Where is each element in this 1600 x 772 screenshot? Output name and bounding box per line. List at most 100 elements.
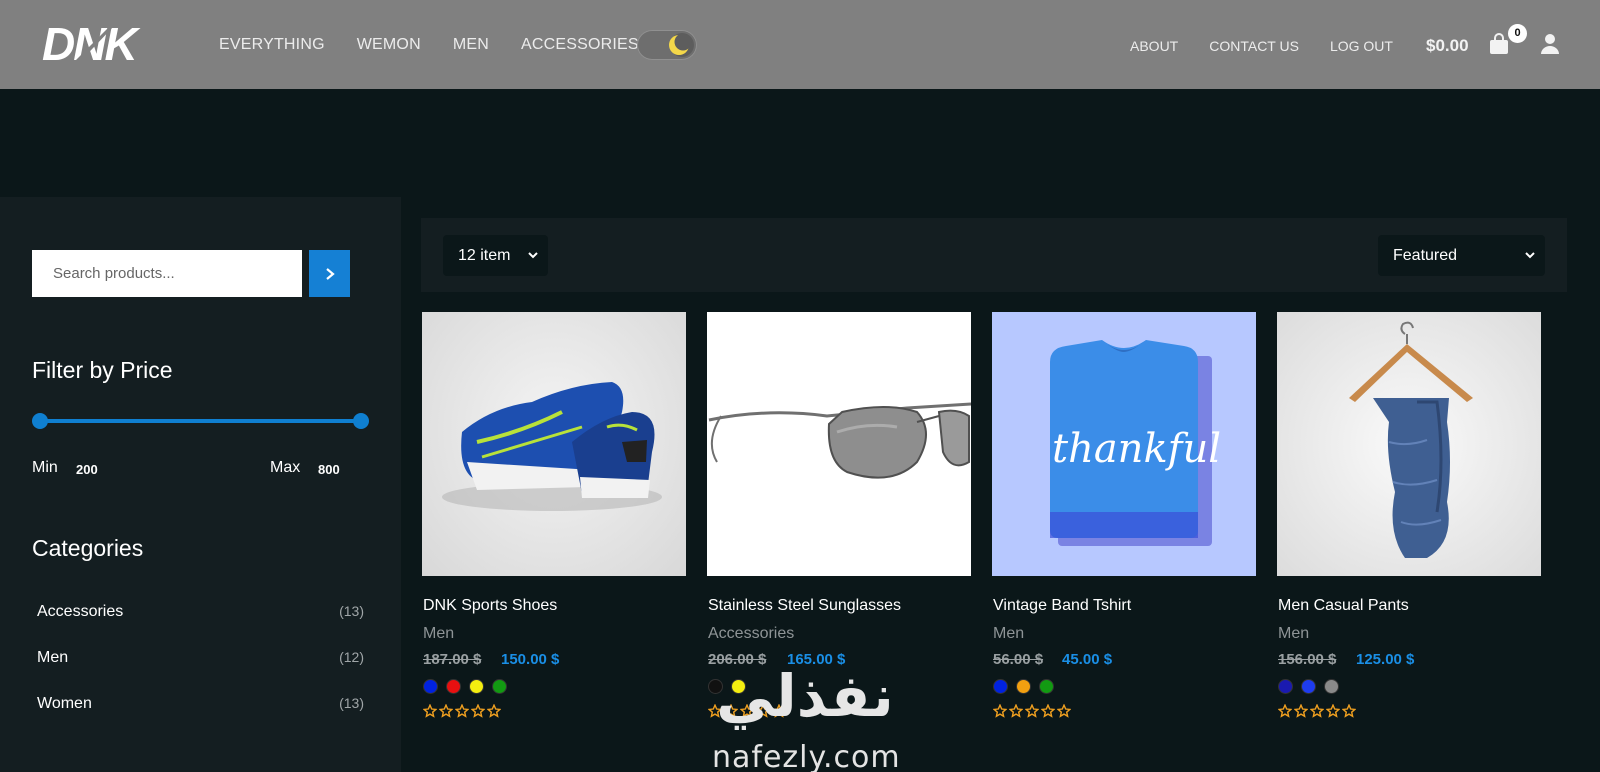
star-icon — [1342, 704, 1356, 718]
brand-logo[interactable]: DNK — [40, 16, 164, 70]
star-icon — [993, 704, 1007, 718]
nav-men[interactable]: MEN — [453, 36, 489, 54]
chevron-right-icon — [325, 267, 335, 280]
category-name: Men — [37, 649, 69, 666]
star-icon — [1326, 704, 1340, 718]
price-slider-track[interactable] — [38, 419, 362, 423]
tshirt-print-text: thankful — [1052, 426, 1221, 472]
secondary-nav: ABOUT CONTACT US LOG OUT — [1130, 38, 1393, 54]
nav-accessories[interactable]: ACCESSORIES — [521, 36, 639, 54]
product-price: 125.00 $ — [1356, 651, 1415, 668]
shopping-bag-icon[interactable] — [1489, 33, 1509, 55]
nav-contact-us[interactable]: CONTACT US — [1209, 38, 1299, 54]
pants-illustration — [1349, 321, 1473, 558]
chevron-down-icon — [528, 252, 538, 259]
product-category: Accessories — [708, 625, 795, 642]
product-name[interactable]: Stainless Steel Sunglasses — [708, 597, 901, 615]
category-item-men[interactable]: Men (12) — [37, 649, 364, 673]
color-swatches — [423, 679, 507, 694]
product-name[interactable]: Men Casual Pants — [1278, 597, 1409, 615]
star-icon — [1310, 704, 1324, 718]
search-input[interactable] — [32, 250, 302, 297]
color-swatch[interactable] — [469, 679, 484, 694]
watermark-url: nafezly.com — [712, 740, 901, 772]
items-per-page-value: 12 item — [458, 246, 511, 264]
product-price: 45.00 $ — [1062, 651, 1113, 668]
max-label: Max — [270, 459, 301, 476]
product-card[interactable]: thankful Vintage Band Tshirt Men 56.00 $… — [992, 312, 1256, 718]
star-icon — [423, 704, 437, 718]
sort-value: Featured — [1393, 246, 1458, 264]
product-category: Men — [423, 625, 455, 642]
product-card[interactable]: DNK Sports Shoes Men 187.00 $ 150.00 $ — [422, 312, 686, 718]
price-slider-max-handle[interactable] — [353, 413, 369, 429]
star-icon — [455, 704, 469, 718]
star-icon — [1009, 704, 1023, 718]
product-category: Men — [1278, 625, 1310, 642]
product-image-sunglasses[interactable] — [707, 312, 971, 576]
product-toolbar: 12 item Featured — [421, 218, 1567, 292]
watermark-logo: نفذلي — [716, 662, 893, 730]
watermark-arabic: نفذلي — [716, 662, 893, 730]
nav-women[interactable]: WEMON — [357, 36, 421, 54]
color-swatch[interactable] — [1324, 679, 1339, 694]
star-icon — [1294, 704, 1308, 718]
max-value: 800 — [318, 462, 340, 477]
cart-total[interactable]: $0.00 — [1426, 36, 1469, 56]
sidebar: Filter by Price Min 200 Max 800 Categori… — [0, 197, 401, 772]
product-image-shoes[interactable] — [422, 312, 686, 576]
color-swatches — [1278, 679, 1339, 694]
product-card[interactable]: Men Casual Pants Men 156.00 $ 125.00 $ — [1277, 312, 1541, 718]
top-navbar: DNK EVERYTHING WEMON MEN ACCESSORIES ABO… — [0, 0, 1600, 89]
product-category: Men — [993, 625, 1025, 642]
category-name: Women — [37, 695, 92, 712]
product-old-price: 187.00 $ — [423, 651, 482, 668]
color-swatch[interactable] — [1039, 679, 1054, 694]
star-icon — [1041, 704, 1055, 718]
nav-log-out[interactable]: LOG OUT — [1330, 38, 1393, 54]
color-swatches — [993, 679, 1054, 694]
product-old-price: 156.00 $ — [1278, 651, 1337, 668]
category-item-accessories[interactable]: Accessories (13) — [37, 603, 364, 627]
sunglasses-illustration — [708, 402, 971, 479]
search-button[interactable] — [309, 250, 350, 297]
product-old-price: 56.00 $ — [993, 651, 1044, 668]
category-item-women[interactable]: Women (13) — [37, 695, 364, 719]
star-icon — [1057, 704, 1071, 718]
category-count: (13) — [339, 603, 364, 619]
nav-about[interactable]: ABOUT — [1130, 38, 1178, 54]
product-name[interactable]: DNK Sports Shoes — [423, 597, 557, 615]
theme-toggle[interactable] — [637, 30, 697, 60]
product-image-pants[interactable] — [1277, 312, 1541, 576]
product-image-tshirt[interactable]: thankful — [992, 312, 1256, 576]
nav-everything[interactable]: EVERYTHING — [219, 36, 325, 54]
rating-stars — [1278, 704, 1356, 718]
color-swatch[interactable] — [492, 679, 507, 694]
price-slider-min-handle[interactable] — [32, 413, 48, 429]
moon-icon — [669, 33, 692, 55]
cart-count-badge: 0 — [1508, 24, 1527, 43]
product-card[interactable]: Stainless Steel Sunglasses Accessories 2… — [707, 312, 971, 718]
chevron-down-icon — [1525, 252, 1535, 259]
color-swatch[interactable] — [423, 679, 438, 694]
product-name[interactable]: Vintage Band Tshirt — [993, 597, 1131, 615]
category-count: (13) — [339, 695, 364, 711]
user-icon[interactable] — [1540, 33, 1560, 55]
color-swatch[interactable] — [446, 679, 461, 694]
svg-text:DNK: DNK — [42, 18, 140, 70]
main-nav: EVERYTHING WEMON MEN ACCESSORIES — [219, 36, 639, 54]
tshirt-illustration: thankful — [1050, 340, 1221, 546]
category-count: (12) — [339, 649, 364, 665]
color-swatch[interactable] — [993, 679, 1008, 694]
color-swatch[interactable] — [1301, 679, 1316, 694]
color-swatch[interactable] — [1278, 679, 1293, 694]
star-icon — [439, 704, 453, 718]
star-icon — [1278, 704, 1292, 718]
category-name: Accessories — [37, 603, 124, 620]
color-swatch[interactable] — [1016, 679, 1031, 694]
categories-title: Categories — [32, 535, 144, 561]
min-label: Min — [32, 459, 58, 476]
filter-by-price-title: Filter by Price — [32, 357, 173, 383]
items-per-page-select[interactable]: 12 item — [443, 235, 548, 276]
sort-select[interactable]: Featured — [1378, 235, 1545, 276]
